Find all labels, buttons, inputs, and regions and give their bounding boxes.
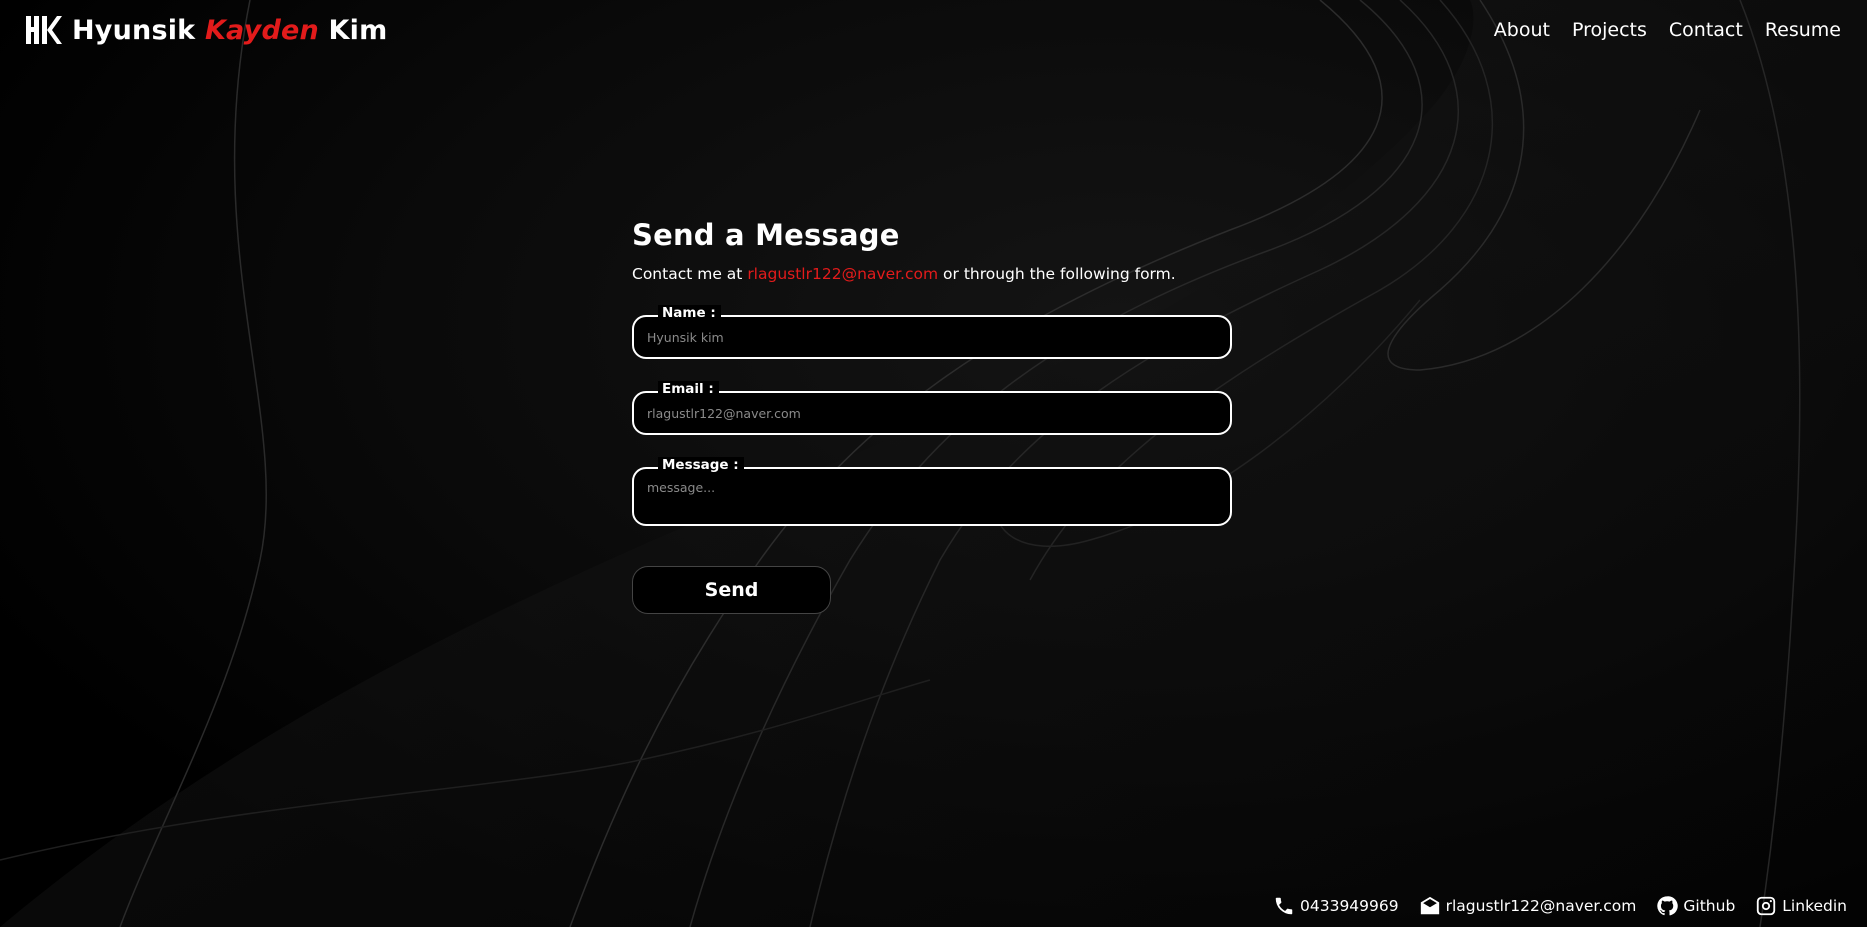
- nav-about-link[interactable]: About: [1494, 19, 1550, 41]
- logo-middle-name: Kayden: [204, 14, 319, 46]
- intro-text-after: or through the following form.: [943, 265, 1176, 283]
- contact-page: Hyunsik Kayden Kim About Projects Contac…: [0, 0, 1867, 927]
- footer-phone-text: 0433949969: [1300, 897, 1399, 915]
- nav-projects-link[interactable]: Projects: [1572, 19, 1647, 41]
- footer-email-text: rlagustlr122@naver.com: [1445, 897, 1637, 915]
- footer-github[interactable]: Github: [1656, 895, 1735, 917]
- contact-form: Name : Email : Message : Send: [632, 305, 1232, 614]
- message-textarea[interactable]: [632, 467, 1232, 526]
- footer-email[interactable]: rlagustlr122@naver.com: [1419, 895, 1637, 917]
- name-label: Name :: [658, 305, 721, 321]
- send-button[interactable]: Send: [632, 566, 831, 614]
- email-input[interactable]: [632, 391, 1232, 435]
- footer-linkedin[interactable]: Linkedin: [1755, 895, 1847, 917]
- contact-title: Send a Message: [632, 218, 900, 252]
- intro-text-before: Contact me at: [632, 265, 743, 283]
- footer-phone[interactable]: 0433949969: [1273, 895, 1399, 917]
- envelope-icon: [1420, 896, 1439, 915]
- footer-github-text: Github: [1683, 897, 1736, 915]
- instagram-icon: [1757, 896, 1776, 916]
- site-footer: 0433949969 rlagustlr122@naver.com Github…: [1273, 895, 1847, 917]
- email-field-group: Email :: [632, 381, 1232, 435]
- nav-resume-link[interactable]: Resume: [1765, 19, 1841, 41]
- phone-icon: [1275, 897, 1293, 915]
- github-icon: [1657, 896, 1679, 916]
- site-header: Hyunsik Kayden Kim About Projects Contac…: [0, 0, 1867, 64]
- name-field-group: Name :: [632, 305, 1232, 359]
- main-nav: About Projects Contact Resume: [1494, 19, 1841, 41]
- contact-section: Send a Message Contact me at rlagustlr12…: [632, 218, 1232, 614]
- nav-contact-link[interactable]: Contact: [1669, 19, 1743, 41]
- name-input[interactable]: [632, 315, 1232, 359]
- contact-intro: Contact me at rlagustlr122@naver.com or …: [632, 265, 1232, 283]
- email-label: Email :: [658, 381, 719, 397]
- logo-last-name: Kim: [328, 14, 388, 46]
- message-label: Message :: [658, 457, 744, 473]
- site-logo[interactable]: Hyunsik Kayden Kim: [26, 14, 387, 46]
- message-field-group: Message :: [632, 457, 1232, 530]
- hk-monogram-icon: [26, 16, 62, 44]
- logo-text: Hyunsik Kayden Kim: [72, 15, 387, 46]
- logo-first-name: Hyunsik: [72, 14, 196, 46]
- footer-linkedin-text: Linkedin: [1782, 897, 1847, 915]
- intro-email-link[interactable]: rlagustlr122@naver.com: [747, 265, 938, 283]
